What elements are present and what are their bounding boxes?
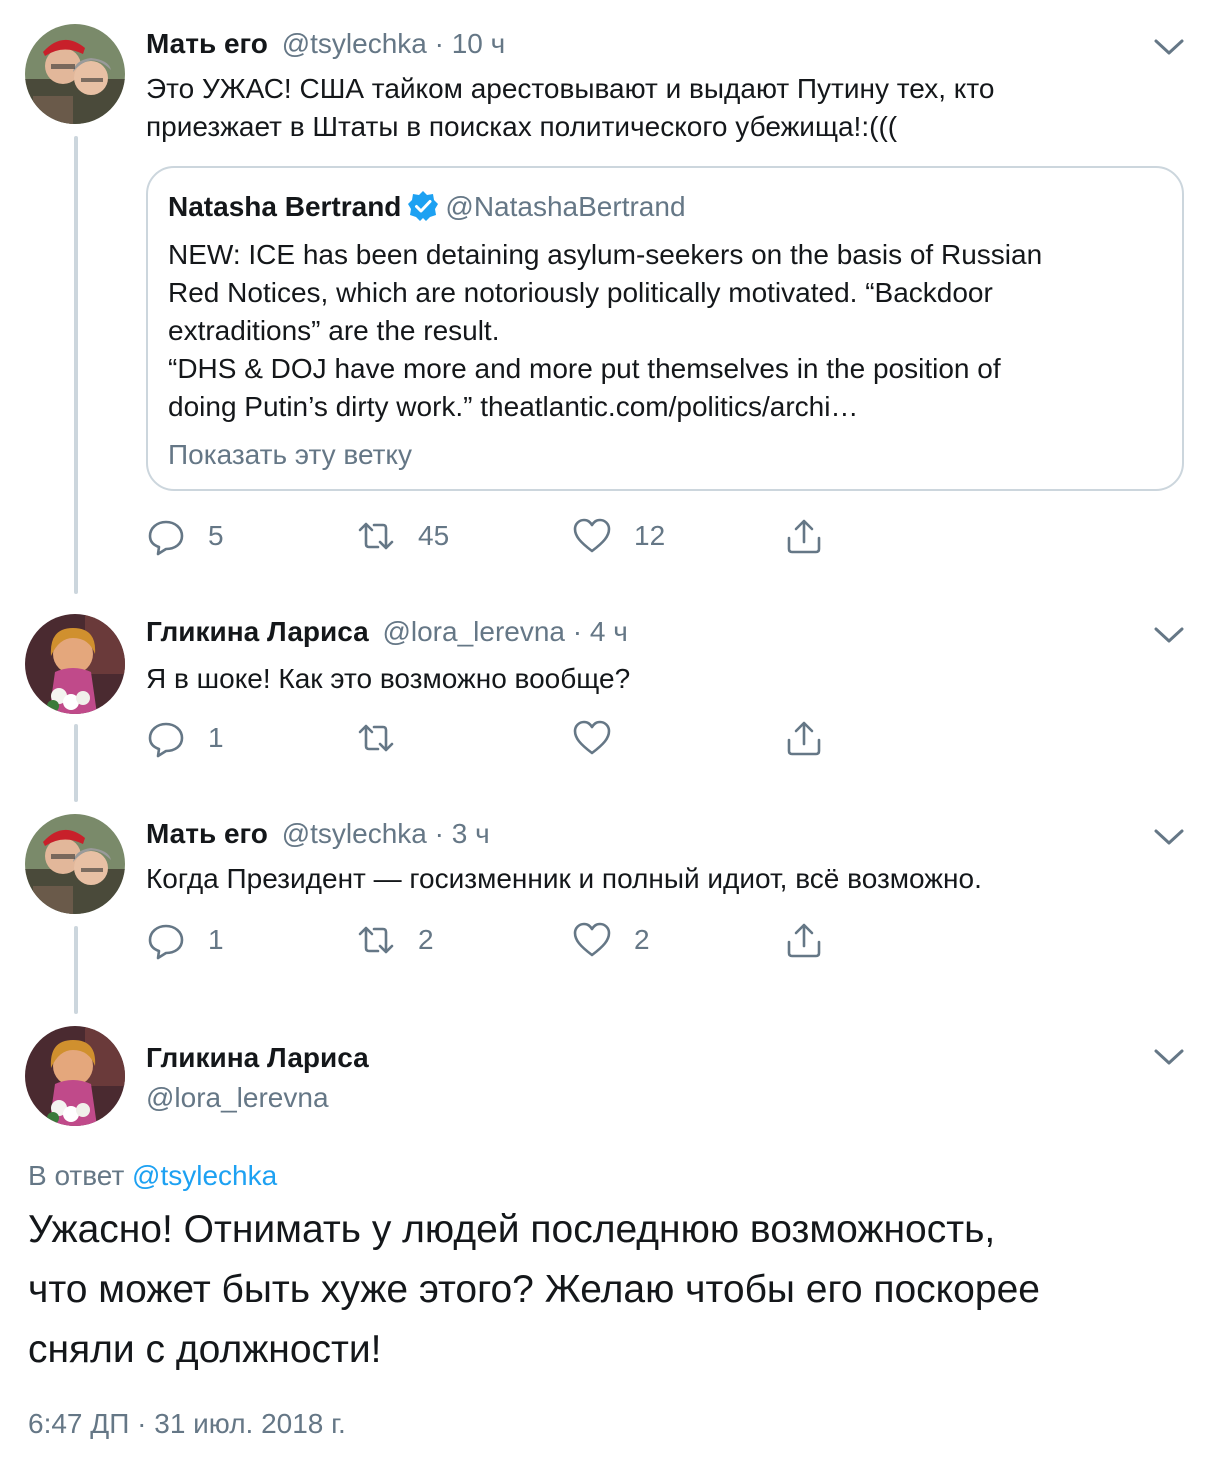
user-name[interactable]: Гликина Лариса (146, 616, 369, 647)
tweet-time[interactable]: 10 ч (452, 28, 506, 59)
quoted-text-line: NEW: ICE has been detaining asylum-seeke… (168, 239, 1043, 270)
retweet-button[interactable]: 45 (356, 514, 449, 558)
chevron-down-icon[interactable] (1152, 36, 1186, 58)
chevron-down-icon[interactable] (1152, 1046, 1186, 1068)
avatar[interactable] (25, 814, 125, 914)
reply-icon (148, 722, 184, 758)
show-thread-link[interactable]: Показать эту ветку (168, 436, 412, 474)
like-count: 2 (634, 924, 650, 955)
reply-context: В ответ @tsylechka (28, 1158, 277, 1194)
tweet-time[interactable]: 3 ч (452, 818, 490, 849)
main-text-line: Ужасно! Отнимать у людей последнюю возмо… (28, 1208, 996, 1251)
quoted-user-name: Natasha Bertrand (168, 191, 402, 222)
main-text-line: что может быть хуже этого? Желаю чтобы е… (28, 1268, 1040, 1311)
thread-line (74, 926, 78, 1014)
tweet-text-line: приезжает в Штаты в поисках политическог… (146, 111, 898, 142)
avatar[interactable] (25, 1026, 125, 1126)
user-name[interactable]: Гликина Лариса (146, 1040, 369, 1076)
tweet-actions: 5 45 12 (146, 514, 846, 558)
reply-button[interactable]: 1 (146, 716, 224, 760)
chevron-down-icon[interactable] (1152, 624, 1186, 646)
retweet-count: 2 (418, 924, 434, 955)
main-text-line: сняли с должности! (28, 1328, 382, 1371)
retweet-button[interactable]: 2 (356, 918, 434, 962)
like-button[interactable]: 12 (572, 514, 665, 558)
tweet-text-line: Я в шоке! Как это возможно вообще? (146, 663, 631, 694)
user-handle[interactable]: @lora_lerevna (382, 616, 565, 647)
quoted-text-line: doing Putin’s dirty work.” theatlantic.c… (168, 391, 859, 422)
reply-button[interactable]: 1 (146, 918, 224, 962)
thread-line (74, 136, 78, 594)
user-handle[interactable]: @tsylechka (282, 818, 427, 849)
user-handle[interactable]: @lora_lerevna (146, 1080, 329, 1116)
retweet-button[interactable] (356, 716, 418, 760)
retweet-count: 45 (418, 520, 450, 551)
share-icon (787, 923, 821, 958)
avatar[interactable] (25, 614, 125, 714)
share-icon (787, 519, 821, 554)
reply-count: 5 (208, 520, 224, 551)
chevron-down-icon[interactable] (1152, 826, 1186, 848)
tweet-header: Гликина Лариса @lora_lerevna · 4 ч (146, 614, 628, 650)
reply-icon (148, 520, 184, 556)
tweet-time[interactable]: 4 ч (590, 616, 628, 647)
quoted-text-line: extraditions” are the result. (168, 315, 500, 346)
user-name[interactable]: Мать его (146, 28, 268, 59)
tweet-text: Я в шоке! Как это возможно вообще? (146, 660, 1146, 698)
tweet-text-line: Когда Президент — госизменник и полный и… (146, 863, 982, 894)
separator-dot: · (572, 616, 590, 647)
quoted-user-handle: @NatashaBertrand (445, 191, 686, 222)
tweet-timestamp[interactable]: 6:47 ДП · 31 июл. 2018 г. (28, 1406, 346, 1442)
share-button[interactable] (784, 716, 824, 760)
reply-count: 1 (208, 722, 224, 753)
share-button[interactable] (784, 514, 824, 558)
verified-badge-icon (408, 191, 439, 221)
like-button[interactable] (572, 716, 634, 760)
like-button[interactable]: 2 (572, 918, 650, 962)
reply-button[interactable]: 5 (146, 514, 224, 558)
quoted-tweet[interactable]: Natasha Bertrand @NatashaBertrand NEW: I… (146, 166, 1184, 491)
thread-line (74, 724, 78, 802)
reply-count: 1 (208, 924, 224, 955)
tweet-header: Мать его @tsylechka · 3 ч (146, 816, 490, 852)
reply-handle-link[interactable]: @tsylechka (132, 1160, 277, 1191)
heart-icon (573, 720, 611, 755)
tweet-text: Это УЖАС! США тайком арестовывают и выда… (146, 70, 1146, 146)
reply-icon (148, 924, 184, 960)
quoted-text-line: Red Notices, which are notoriously polit… (168, 277, 993, 308)
quoted-text-line: “DHS & DOJ have more and more put themse… (168, 353, 1001, 384)
like-count: 12 (634, 520, 666, 551)
tweet-actions: 1 2 2 (146, 918, 846, 962)
retweet-icon (358, 522, 394, 550)
tweet-actions: 1 (146, 716, 846, 760)
separator-dot: · (434, 28, 452, 59)
user-name[interactable]: Мать его (146, 818, 268, 849)
quoted-tweet-header: Natasha Bertrand @NatashaBertrand (168, 188, 686, 226)
retweet-icon (358, 724, 394, 752)
reply-prefix: В ответ (28, 1160, 125, 1191)
quoted-tweet-text: NEW: ICE has been detaining asylum-seeke… (168, 236, 1158, 426)
tweet-text: Когда Президент — госизменник и полный и… (146, 860, 1146, 898)
main-tweet-text: Ужасно! Отнимать у людей последнюю возмо… (28, 1200, 1198, 1380)
user-handle[interactable]: @tsylechka (282, 28, 427, 59)
avatar[interactable] (25, 24, 125, 124)
retweet-icon (358, 926, 394, 954)
heart-icon (573, 922, 611, 957)
tweet-header: Мать его @tsylechka · 10 ч (146, 26, 505, 62)
share-button[interactable] (784, 918, 824, 962)
separator-dot: · (434, 818, 452, 849)
heart-icon (573, 518, 611, 553)
share-icon (787, 721, 821, 756)
tweet-text-line: Это УЖАС! США тайком арестовывают и выда… (146, 73, 995, 104)
